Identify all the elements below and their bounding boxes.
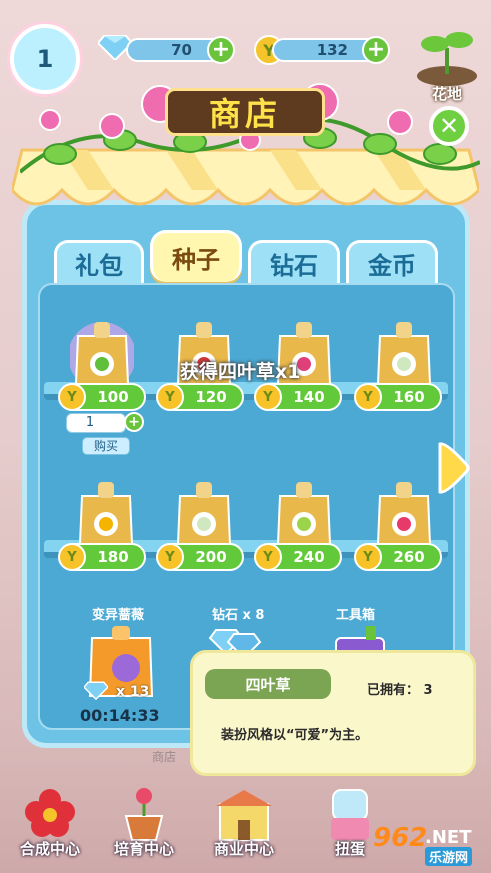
price-button[interactable]: Y 260 bbox=[354, 543, 442, 571]
quantity-input[interactable]: 1 bbox=[66, 413, 126, 433]
price-button[interactable]: Y 140 bbox=[254, 383, 342, 411]
seed-bag-icon bbox=[176, 482, 232, 545]
nav-breeding-center[interactable]: 培育中心 bbox=[104, 778, 184, 873]
coin-icon: Y bbox=[254, 383, 282, 411]
sprout-icon bbox=[417, 32, 477, 86]
seed-item[interactable] bbox=[172, 478, 236, 552]
close-button[interactable]: ✕ bbox=[429, 106, 469, 146]
seed-count: 132 bbox=[316, 41, 348, 59]
nav-label: 商业中心 bbox=[213, 840, 274, 858]
coin-icon: Y bbox=[156, 543, 184, 571]
price-label: 120 bbox=[195, 388, 227, 406]
tab-label: 钻石 bbox=[270, 252, 318, 280]
price-label: 180 bbox=[97, 548, 129, 566]
price-label: 100 bbox=[97, 388, 129, 406]
seed-bag-icon bbox=[68, 322, 136, 390]
gacha-machine-icon bbox=[331, 789, 369, 840]
store-building-icon bbox=[216, 790, 272, 841]
seed-bag-icon bbox=[276, 482, 332, 545]
price-label: 260 bbox=[393, 548, 425, 566]
diamond-count: 70 bbox=[171, 41, 192, 59]
add-diamond-button[interactable]: + bbox=[207, 36, 235, 64]
watermark-sub: 乐游网 bbox=[425, 847, 473, 866]
special-item-label: 工具箱 bbox=[336, 608, 376, 623]
tab-gift-pack[interactable]: 礼包 bbox=[54, 240, 144, 284]
seed-item[interactable] bbox=[372, 318, 436, 392]
next-page-arrow-icon[interactable] bbox=[436, 440, 470, 496]
coin-icon: Y bbox=[354, 543, 382, 571]
price-label: 160 bbox=[393, 388, 425, 406]
special-item-label: 变异蔷薇 bbox=[92, 608, 145, 623]
price-button[interactable]: Y 100 bbox=[58, 383, 146, 411]
price-label: 240 bbox=[293, 548, 325, 566]
tooltip-description: 装扮风格以“可爱”为主。 bbox=[221, 728, 369, 743]
tab-coins[interactable]: 金币 bbox=[346, 240, 438, 284]
flower-icon bbox=[25, 789, 75, 837]
reward-toast: 获得四叶草x1 bbox=[180, 361, 301, 383]
flower-pot-icon bbox=[124, 788, 164, 841]
tooltip-item-name: 四叶草 bbox=[205, 669, 331, 699]
price-button[interactable]: Y 240 bbox=[254, 543, 342, 571]
seed-item[interactable] bbox=[74, 478, 138, 552]
buy-button[interactable]: 购买 bbox=[82, 437, 130, 455]
tooltip-owned-count: 已拥有： 3 bbox=[367, 683, 433, 698]
price-button[interactable]: Y 180 bbox=[58, 543, 146, 571]
tab-diamonds[interactable]: 钻石 bbox=[248, 240, 340, 284]
price-button[interactable]: Y 120 bbox=[156, 383, 244, 411]
nav-synthesis-center[interactable]: 合成中心 bbox=[10, 778, 90, 873]
watermark-logo: 962 .NET 乐游网 bbox=[373, 823, 483, 867]
coin-icon: Y bbox=[58, 543, 86, 571]
seed-item[interactable] bbox=[272, 478, 336, 552]
tab-label: 礼包 bbox=[75, 252, 123, 280]
nav-label: 培育中心 bbox=[113, 840, 174, 858]
seed-item[interactable] bbox=[372, 478, 436, 552]
nav-business-center[interactable]: 商业中心 bbox=[204, 778, 284, 873]
diamond-icon bbox=[84, 681, 108, 700]
quantity-plus-button[interactable]: + bbox=[124, 412, 144, 432]
price-button[interactable]: Y 160 bbox=[354, 383, 442, 411]
coin-icon: Y bbox=[58, 383, 86, 411]
price-label: 200 bbox=[195, 548, 227, 566]
watermark-suffix: .NET bbox=[425, 827, 472, 848]
countdown-timer: 00:14:33 bbox=[80, 706, 160, 725]
tab-label: 种子 bbox=[172, 246, 220, 274]
seed-bag-icon bbox=[376, 322, 432, 385]
tab-seeds[interactable]: 种子 bbox=[150, 230, 242, 282]
coin-icon: Y bbox=[254, 543, 282, 571]
special-item-count: x 13 bbox=[116, 684, 150, 700]
price-button[interactable]: Y 200 bbox=[156, 543, 244, 571]
seed-bag-icon bbox=[78, 482, 134, 545]
coin-icon: Y bbox=[354, 383, 382, 411]
nav-label: 合成中心 bbox=[19, 840, 80, 858]
shop-title: 商店 bbox=[165, 88, 325, 136]
seed-bag-icon bbox=[376, 482, 432, 545]
shop-sign: 商店 bbox=[152, 750, 177, 764]
price-label: 140 bbox=[293, 388, 325, 406]
seed-item[interactable] bbox=[68, 318, 136, 392]
watermark-brand: 962 bbox=[373, 823, 428, 853]
add-seed-button[interactable]: + bbox=[362, 36, 390, 64]
tab-label: 金币 bbox=[368, 252, 416, 280]
special-item-label: 钻石 x 8 bbox=[212, 608, 265, 623]
coin-icon: Y bbox=[156, 383, 184, 411]
